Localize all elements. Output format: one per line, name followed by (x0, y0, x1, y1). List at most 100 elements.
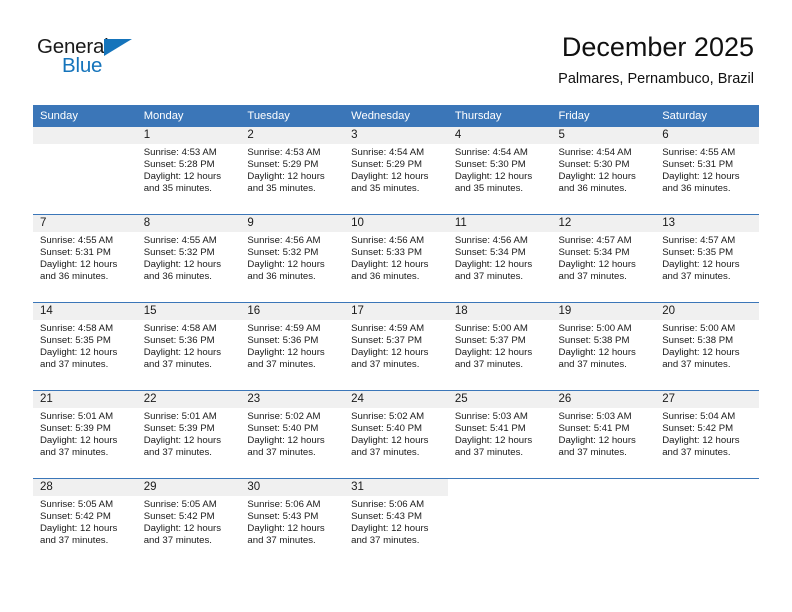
daylight-text-line2: and 35 minutes. (351, 183, 420, 195)
calendar-week-row: 28 Sunrise: 5:05 AM Sunset: 5:42 PM Dayligh… (33, 478, 759, 566)
day-number: 4 (447, 127, 552, 144)
daylight-text-line1: Daylight: 12 hours (351, 259, 429, 271)
sunset-text: Sunset: 5:40 PM (351, 423, 423, 435)
daylight-text-line1: Daylight: 12 hours (143, 259, 222, 271)
day-cell-17[interactable]: 17 Sunrise: 4:59 AM Sunset: 5:37 PM Dayligh… (344, 303, 448, 390)
day-sun-info: Sunrise: 5:06 AM Sunset: 5:43 PM Daylight:… (240, 496, 344, 547)
day-number (551, 479, 656, 496)
day-cell-1[interactable]: 1 Sunrise: 4:53 AM Sunset: 5:28 PM Daylight… (136, 127, 241, 214)
daylight-text-line1: Daylight: 12 hours (143, 347, 222, 359)
daylight-text-line2: and 37 minutes. (558, 271, 627, 283)
day-cell-12[interactable]: 12 Sunrise: 4:57 AM Sunset: 5:34 PM Dayligh… (551, 215, 656, 302)
day-number (655, 479, 759, 496)
day-cell-9[interactable]: 9 Sunrise: 4:56 AM Sunset: 5:32 PM Daylight… (240, 215, 345, 302)
day-cell-26[interactable]: 26 Sunrise: 5:03 AM Sunset: 5:41 PM Dayligh… (551, 391, 656, 478)
daylight-text-line2: and 37 minutes. (143, 535, 212, 547)
sunset-text: Sunset: 5:36 PM (143, 335, 215, 347)
day-number: 21 (33, 391, 137, 408)
day-cell-18[interactable]: 18 Sunrise: 5:00 AM Sunset: 5:37 PM Dayligh… (447, 303, 552, 390)
sunset-text: Sunset: 5:34 PM (558, 247, 630, 259)
calendar-cell (33, 127, 137, 215)
weekday-header-saturday: Saturday (655, 105, 759, 127)
day-cell-7[interactable]: 7 Sunrise: 4:55 AM Sunset: 5:31 PM Daylight… (33, 215, 137, 302)
day-cell-27[interactable]: 27 Sunrise: 5:04 AM Sunset: 5:42 PM Dayligh… (655, 391, 759, 478)
weekday-header-wednesday: Wednesday (344, 105, 448, 127)
day-sun-info: Sunrise: 4:54 AM Sunset: 5:29 PM Daylight:… (344, 144, 448, 195)
calendar-cell: 13 Sunrise: 4:57 AM Sunset: 5:35 PM Dayligh… (655, 214, 759, 303)
daylight-text-line2: and 37 minutes. (247, 447, 316, 459)
day-cell-25[interactable]: 25 Sunrise: 5:03 AM Sunset: 5:41 PM Dayligh… (447, 391, 552, 478)
day-cell-8[interactable]: 8 Sunrise: 4:55 AM Sunset: 5:32 PM Daylight… (136, 215, 241, 302)
day-number: 23 (240, 391, 345, 408)
daylight-text-line1: Daylight: 12 hours (40, 435, 118, 447)
day-cell-19[interactable]: 19 Sunrise: 5:00 AM Sunset: 5:38 PM Dayligh… (551, 303, 656, 390)
day-cell-3[interactable]: 3 Sunrise: 4:54 AM Sunset: 5:29 PM Daylight… (344, 127, 448, 214)
daylight-text-line2: and 37 minutes. (558, 447, 627, 459)
weekday-header-monday: Monday (136, 105, 241, 127)
day-cell-31[interactable]: 31 Sunrise: 5:06 AM Sunset: 5:43 PM Dayligh… (344, 479, 448, 566)
sunset-text: Sunset: 5:35 PM (40, 335, 111, 347)
sunset-text: Sunset: 5:41 PM (558, 423, 630, 435)
day-cell-16[interactable]: 16 Sunrise: 4:59 AM Sunset: 5:36 PM Dayligh… (240, 303, 345, 390)
calendar-cell (655, 478, 759, 566)
day-cell-15[interactable]: 15 Sunrise: 4:58 AM Sunset: 5:36 PM Dayligh… (136, 303, 241, 390)
day-cell-29[interactable]: 29 Sunrise: 5:05 AM Sunset: 5:42 PM Dayligh… (136, 479, 241, 566)
day-cell-6[interactable]: 6 Sunrise: 4:55 AM Sunset: 5:31 PM Daylight… (655, 127, 759, 214)
calendar-cell: 30 Sunrise: 5:06 AM Sunset: 5:43 PM Dayligh… (240, 478, 345, 566)
daylight-text-line2: and 37 minutes. (247, 535, 316, 547)
day-sun-info: Sunrise: 4:58 AM Sunset: 5:35 PM Daylight:… (33, 320, 137, 371)
day-cell-11[interactable]: 11 Sunrise: 4:56 AM Sunset: 5:34 PM Dayligh… (447, 215, 552, 302)
sunrise-text: Sunrise: 5:06 AM (247, 499, 321, 510)
calendar-cell (447, 478, 552, 566)
day-cell-empty (655, 479, 759, 566)
sunrise-text: Sunrise: 4:55 AM (662, 147, 736, 158)
sunset-text: Sunset: 5:43 PM (351, 511, 423, 523)
daylight-text-line2: and 37 minutes. (143, 447, 212, 459)
general-blue-logo[interactable]: General Blue (37, 36, 157, 82)
day-cell-4[interactable]: 4 Sunrise: 4:54 AM Sunset: 5:30 PM Daylight… (447, 127, 552, 214)
day-cell-2[interactable]: 2 Sunrise: 4:53 AM Sunset: 5:29 PM Daylight… (240, 127, 345, 214)
title-block: December 2025 Palmares, Pernambuco, Braz… (558, 30, 754, 89)
day-sun-info: Sunrise: 5:05 AM Sunset: 5:42 PM Daylight:… (137, 496, 241, 547)
day-number: 9 (240, 215, 345, 232)
day-cell-13[interactable]: 13 Sunrise: 4:57 AM Sunset: 5:35 PM Dayligh… (655, 215, 759, 302)
day-number: 24 (344, 391, 448, 408)
sunrise-text: Sunrise: 4:54 AM (351, 147, 425, 158)
calendar-cell: 19 Sunrise: 5:00 AM Sunset: 5:38 PM Dayligh… (551, 302, 656, 391)
calendar-cell: 1 Sunrise: 4:53 AM Sunset: 5:28 PM Daylight… (136, 127, 241, 215)
day-number (447, 479, 552, 496)
day-number: 2 (240, 127, 345, 144)
day-cell-24[interactable]: 24 Sunrise: 5:02 AM Sunset: 5:40 PM Dayligh… (344, 391, 448, 478)
sunrise-text: Sunrise: 4:53 AM (247, 147, 321, 158)
day-sun-info: Sunrise: 5:02 AM Sunset: 5:40 PM Daylight:… (344, 408, 448, 459)
day-sun-info: Sunrise: 4:55 AM Sunset: 5:31 PM Daylight:… (655, 144, 759, 195)
sunset-text: Sunset: 5:42 PM (662, 423, 734, 435)
calendar-table: Sunday Monday Tuesday Wednesday Thursday… (33, 105, 759, 566)
day-cell-14[interactable]: 14 Sunrise: 4:58 AM Sunset: 5:35 PM Dayligh… (33, 303, 137, 390)
weekday-header-friday: Friday (551, 105, 656, 127)
calendar-cell: 20 Sunrise: 5:00 AM Sunset: 5:38 PM Dayligh… (655, 302, 759, 391)
day-cell-23[interactable]: 23 Sunrise: 5:02 AM Sunset: 5:40 PM Dayligh… (240, 391, 345, 478)
sunset-text: Sunset: 5:31 PM (40, 247, 111, 259)
day-cell-22[interactable]: 22 Sunrise: 5:01 AM Sunset: 5:39 PM Dayligh… (136, 391, 241, 478)
sunrise-text: Sunrise: 5:03 AM (454, 411, 528, 422)
calendar-cell: 10 Sunrise: 4:56 AM Sunset: 5:33 PM Dayligh… (344, 214, 448, 303)
calendar-cell: 25 Sunrise: 5:03 AM Sunset: 5:41 PM Dayligh… (447, 390, 552, 479)
sunrise-text: Sunrise: 4:58 AM (40, 323, 114, 334)
day-number: 10 (344, 215, 448, 232)
day-cell-30[interactable]: 30 Sunrise: 5:06 AM Sunset: 5:43 PM Dayligh… (240, 479, 345, 566)
daylight-text-line1: Daylight: 12 hours (40, 523, 118, 535)
day-cell-5[interactable]: 5 Sunrise: 4:54 AM Sunset: 5:30 PM Daylight… (551, 127, 656, 214)
sunset-text: Sunset: 5:32 PM (247, 247, 319, 259)
day-cell-20[interactable]: 20 Sunrise: 5:00 AM Sunset: 5:38 PM Dayligh… (655, 303, 759, 390)
day-number: 30 (240, 479, 345, 496)
sunrise-text: Sunrise: 4:55 AM (40, 235, 114, 246)
day-cell-28[interactable]: 28 Sunrise: 5:05 AM Sunset: 5:42 PM Dayligh… (33, 479, 137, 566)
sunrise-text: Sunrise: 4:54 AM (558, 147, 632, 158)
day-number: 20 (655, 303, 759, 320)
day-number: 7 (33, 215, 137, 232)
day-cell-10[interactable]: 10 Sunrise: 4:56 AM Sunset: 5:33 PM Dayligh… (344, 215, 448, 302)
day-cell-21[interactable]: 21 Sunrise: 5:01 AM Sunset: 5:39 PM Dayligh… (33, 391, 137, 478)
sunset-text: Sunset: 5:41 PM (454, 423, 526, 435)
sunrise-text: Sunrise: 4:58 AM (143, 323, 217, 334)
